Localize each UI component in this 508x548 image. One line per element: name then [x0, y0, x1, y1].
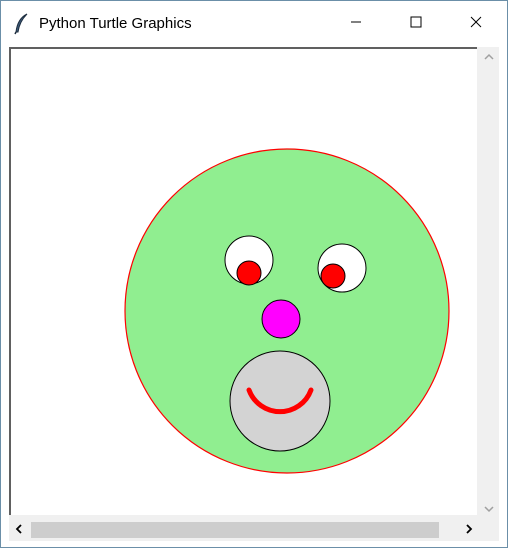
- turtle-canvas[interactable]: [9, 47, 477, 515]
- vertical-scrollbar[interactable]: [479, 47, 499, 519]
- left-pupil: [236, 260, 262, 286]
- minimize-icon: [350, 15, 362, 33]
- minimize-button[interactable]: [333, 1, 379, 47]
- mouth: [229, 350, 331, 452]
- scroll-up-button[interactable]: [479, 47, 499, 67]
- chevron-left-icon: [15, 521, 23, 539]
- window-client: [9, 47, 499, 541]
- horizontal-scroll-thumb[interactable]: [31, 522, 439, 538]
- chevron-down-icon: [484, 500, 494, 518]
- close-icon: [470, 15, 482, 33]
- horizontal-scrollbar[interactable]: [9, 519, 479, 541]
- maximize-icon: [410, 15, 422, 33]
- chevron-up-icon: [484, 48, 494, 66]
- scroll-right-button[interactable]: [459, 520, 479, 540]
- face-drawing: [124, 148, 450, 474]
- scroll-down-button[interactable]: [479, 499, 499, 519]
- chevron-right-icon: [465, 521, 473, 539]
- maximize-button[interactable]: [393, 1, 439, 47]
- scroll-left-button[interactable]: [9, 520, 29, 540]
- nose: [261, 299, 301, 339]
- right-pupil: [320, 263, 346, 289]
- turtle-window: Python Turtle Graphics: [0, 0, 508, 548]
- close-button[interactable]: [453, 1, 499, 47]
- feather-icon: [13, 13, 31, 35]
- title-bar[interactable]: Python Turtle Graphics: [1, 1, 507, 47]
- window-title: Python Turtle Graphics: [39, 15, 192, 32]
